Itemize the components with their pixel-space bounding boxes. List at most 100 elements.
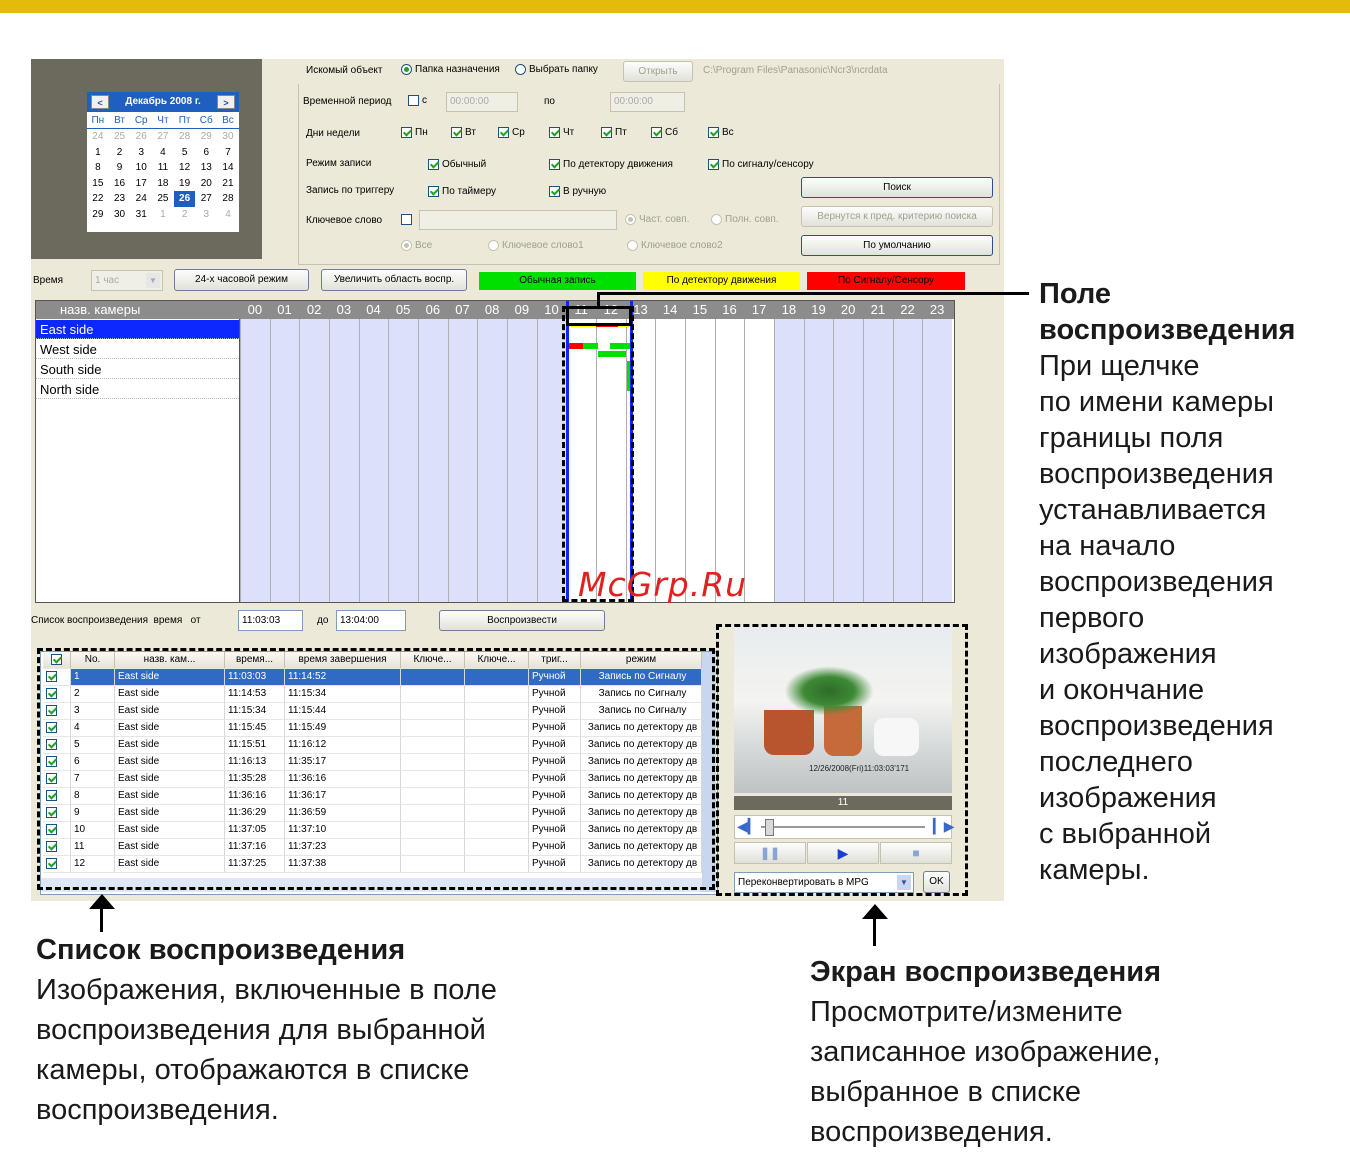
calendar-day[interactable]: 9 [109, 160, 131, 176]
calendar-day[interactable]: 30 [109, 207, 131, 223]
calendar-day[interactable]: 2 [109, 145, 131, 161]
prev-month-button[interactable]: < [91, 95, 109, 109]
search-button[interactable]: Поиск [801, 177, 993, 198]
calendar-day[interactable]: 4 [152, 145, 174, 161]
weekday-sun-checkbox[interactable]: Вс [708, 127, 734, 138]
calendar-day[interactable]: 30 [217, 129, 239, 145]
hour-column[interactable] [299, 319, 329, 602]
hour-column[interactable] [240, 319, 270, 602]
calendar-day[interactable]: 25 [109, 129, 131, 145]
folder-dest-radio[interactable]: Папка назначения [401, 64, 500, 75]
calendar-day[interactable]: 25 [152, 191, 174, 207]
calendar-day[interactable]: 27 [195, 191, 217, 207]
kw1-radio[interactable]: Ключевое слово1 [488, 240, 584, 251]
camera-row[interactable]: North side [36, 380, 239, 399]
weekday-fri-checkbox[interactable]: Пт [601, 127, 627, 138]
mode-24h-button[interactable]: 24-х часовой режим [174, 269, 309, 291]
trigger-manual-checkbox[interactable]: В ручную [549, 186, 606, 197]
calendar-day[interactable]: 26 [130, 129, 152, 145]
mode-motion-checkbox[interactable]: По детектору движения [549, 159, 673, 170]
playlist-from-input[interactable]: 11:03:03 [238, 610, 303, 631]
hour-column[interactable] [329, 319, 359, 602]
calendar-day[interactable]: 8 [87, 160, 109, 176]
calendar-day[interactable]: 20 [195, 176, 217, 192]
calendar-day[interactable]: 11 [152, 160, 174, 176]
weekday-tue-checkbox[interactable]: Вт [451, 127, 476, 138]
calendar-day[interactable]: 27 [152, 129, 174, 145]
hour-column[interactable] [744, 319, 774, 602]
playlist-to-input[interactable]: 13:04:00 [336, 610, 406, 631]
calendar-day[interactable]: 16 [109, 176, 131, 192]
calendar-day[interactable]: 22 [87, 191, 109, 207]
choose-folder-radio[interactable]: Выбрать папку [515, 64, 598, 75]
hour-column[interactable] [655, 319, 685, 602]
calendar-day[interactable]: 29 [87, 207, 109, 223]
back-criteria-button[interactable]: Вернутся к пред. критерию поиска [801, 206, 993, 227]
weekday-mon-checkbox[interactable]: Пн [401, 127, 428, 138]
calendar-day[interactable]: 5 [174, 145, 196, 161]
calendar-day[interactable]: 24 [87, 129, 109, 145]
calendar-day[interactable]: 15 [87, 176, 109, 192]
calendar-day[interactable]: 14 [217, 160, 239, 176]
calendar-day[interactable]: 26 [173, 191, 196, 207]
hour-column[interactable] [774, 319, 804, 602]
hour-column[interactable] [477, 319, 507, 602]
hour-column[interactable] [447, 319, 478, 602]
enlarge-area-button[interactable]: Увеличить область воспр. [321, 269, 467, 291]
hour-column[interactable] [714, 319, 745, 602]
open-button[interactable]: Открыть [623, 61, 693, 82]
calendar-day[interactable]: 29 [195, 129, 217, 145]
calendar-day[interactable]: 17 [130, 176, 152, 192]
time-select[interactable]: 1 час ▼ [91, 270, 163, 291]
hour-column[interactable] [863, 319, 893, 602]
camera-row[interactable]: South side [36, 360, 239, 379]
calendar-day[interactable]: 24 [130, 191, 152, 207]
hour-column[interactable] [269, 319, 300, 602]
calendar-day[interactable]: 19 [174, 176, 196, 192]
trigger-timer-checkbox[interactable]: По таймеру [428, 186, 496, 197]
calendar-day[interactable]: 31 [130, 207, 152, 223]
camera-row[interactable]: West side [36, 340, 239, 359]
kw-all-radio[interactable]: Все [401, 240, 432, 251]
calendar-day[interactable]: 23 [109, 191, 131, 207]
period-checkbox[interactable]: с [408, 95, 427, 106]
calendar-day[interactable]: 28 [217, 191, 239, 207]
calendar-day[interactable]: 1 [152, 207, 174, 223]
calendar-day[interactable]: 18 [152, 176, 174, 192]
calendar-day[interactable]: 7 [217, 145, 239, 161]
hour-column[interactable] [388, 319, 418, 602]
next-month-button[interactable]: > [217, 95, 235, 109]
to-time-input[interactable]: 00:00:00 [610, 92, 685, 112]
calendar-day[interactable]: 2 [174, 207, 196, 223]
mode-normal-checkbox[interactable]: Обычный [428, 159, 486, 170]
weekday-sat-checkbox[interactable]: Сб [651, 127, 678, 138]
default-button[interactable]: По умолчанию [801, 235, 993, 256]
calendar-day[interactable]: 3 [130, 145, 152, 161]
calendar-day[interactable]: 6 [195, 145, 217, 161]
calendar-day[interactable]: 13 [195, 160, 217, 176]
mode-sensor-checkbox[interactable]: По сигналу/сенсору [708, 159, 814, 170]
play-button[interactable]: Воспроизвести [439, 610, 605, 631]
keyword-input[interactable] [419, 210, 617, 230]
calendar-day[interactable]: 3 [195, 207, 217, 223]
hour-column[interactable] [922, 319, 952, 602]
partial-match-radio[interactable]: Част. совп. [625, 214, 689, 225]
weekday-thu-checkbox[interactable]: Чт [549, 127, 574, 138]
hour-column[interactable] [418, 319, 448, 602]
calendar-day[interactable]: 21 [217, 176, 239, 192]
camera-row[interactable]: East side [36, 320, 239, 339]
weekday-wed-checkbox[interactable]: Ср [498, 127, 525, 138]
hour-column[interactable] [358, 319, 389, 602]
hour-column[interactable] [892, 319, 923, 602]
calendar-day[interactable]: 12 [174, 160, 196, 176]
hour-column[interactable] [685, 319, 715, 602]
hour-column[interactable] [833, 319, 863, 602]
full-match-radio[interactable]: Полн. совп. [711, 214, 779, 225]
from-time-input[interactable]: 00:00:00 [446, 92, 518, 112]
kw2-radio[interactable]: Ключевое слово2 [627, 240, 723, 251]
keyword-checkbox[interactable] [401, 214, 412, 225]
calendar-day[interactable]: 1 [87, 145, 109, 161]
hour-column[interactable] [803, 319, 834, 602]
calendar-day[interactable]: 28 [174, 129, 196, 145]
calendar-day[interactable]: 4 [217, 207, 239, 223]
